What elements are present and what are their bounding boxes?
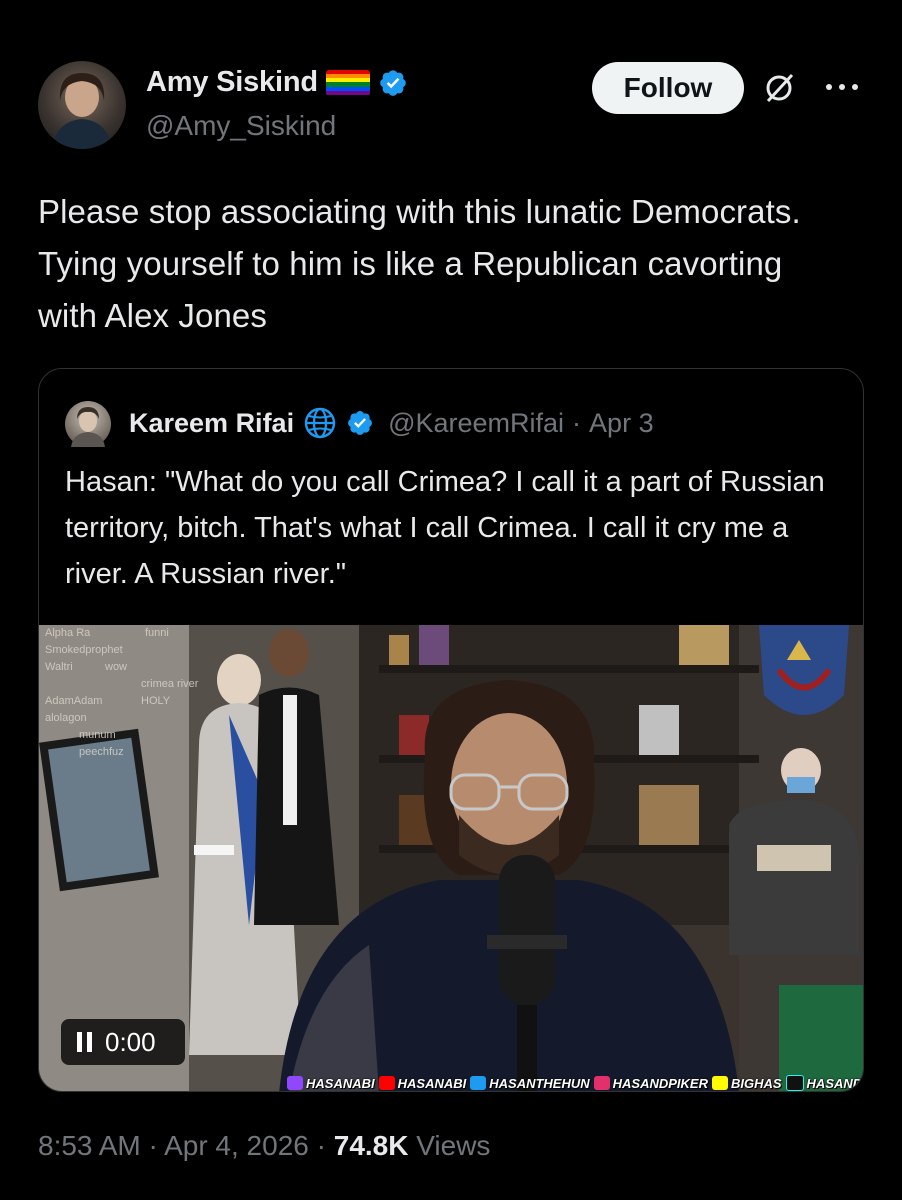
separator-dot: · xyxy=(572,407,582,438)
chat-line: peechfuz xyxy=(79,746,124,758)
author-handle[interactable]: @Amy_Siskind xyxy=(146,110,336,142)
chat-line: Smokedprophet xyxy=(45,644,123,656)
separator-dot: · xyxy=(148,1130,158,1161)
social-tiktok: HASANDPIKE xyxy=(785,1075,863,1091)
verified-badge-icon xyxy=(380,69,406,96)
globe-icon xyxy=(304,407,336,439)
separator-dot: · xyxy=(316,1130,326,1161)
video-time: 0:00 xyxy=(105,1026,156,1057)
verified-badge-icon xyxy=(348,411,373,435)
quoted-header: Kareem Rifai @KareemRifai · Apr 3 xyxy=(129,405,654,441)
youtube-icon xyxy=(378,1076,395,1090)
twitch-icon xyxy=(287,1076,303,1090)
quoted-author-name[interactable]: Kareem Rifai xyxy=(129,408,294,439)
pride-flag-icon xyxy=(325,69,370,96)
quoted-tweet[interactable]: Kareem Rifai @KareemRifai · Apr 3 Hasan:… xyxy=(38,368,864,1092)
author-avatar[interactable] xyxy=(38,61,126,149)
twitter-icon xyxy=(470,1076,487,1090)
quoted-author-handle[interactable]: @KareemRifai xyxy=(388,408,564,439)
quoted-text: Hasan: "What do you call Crimea? I call … xyxy=(65,466,825,590)
video-time-control[interactable]: 0:00 xyxy=(61,1019,185,1065)
pause-icon[interactable] xyxy=(77,1032,95,1052)
quoted-author-avatar[interactable] xyxy=(65,401,111,447)
social-youtube: HASANABI xyxy=(378,1076,466,1091)
grok-icon[interactable] xyxy=(762,71,796,105)
tiktok-icon xyxy=(785,1075,804,1091)
snapchat-icon xyxy=(711,1076,728,1090)
more-icon[interactable] xyxy=(823,80,861,94)
social-instagram: HASANDPIKER xyxy=(593,1076,708,1091)
chat-line: crimea river xyxy=(141,678,199,690)
views-label: Views xyxy=(416,1130,491,1161)
author-name-row: Amy Siskind xyxy=(146,66,408,99)
tweet-time[interactable]: 8:53 AM xyxy=(38,1130,141,1161)
social-twitter: HASANTHEHUN xyxy=(470,1076,590,1091)
stream-socials-banner: HASANABI HASANABI HASANTHEHUN HASANDPIKE… xyxy=(287,1073,863,1091)
video-player[interactable]: Alpha Ra funni Smokedprophet Waltri wow … xyxy=(39,625,863,1091)
chat-line: alolagon xyxy=(45,712,87,724)
quoted-date[interactable]: Apr 3 xyxy=(589,408,654,439)
views-count: 74.8K xyxy=(333,1130,409,1161)
social-snapchat: BIGHAS xyxy=(711,1076,782,1091)
tweet-text: Please stop associating with this lunati… xyxy=(38,193,801,334)
social-twitch: HASANABI xyxy=(287,1076,375,1091)
tweet-date[interactable]: Apr 4, 2026 xyxy=(164,1130,309,1161)
chat-line: munum xyxy=(79,729,116,741)
follow-button[interactable]: Follow xyxy=(592,62,744,114)
instagram-icon xyxy=(593,1076,610,1090)
stream-chat-overlay: Alpha Ra funni Smokedprophet Waltri wow … xyxy=(45,625,205,825)
tweet-meta: 8:53 AM · Apr 4, 2026 · 74.8K Views xyxy=(38,1130,490,1162)
author-name[interactable]: Amy Siskind xyxy=(146,66,318,99)
